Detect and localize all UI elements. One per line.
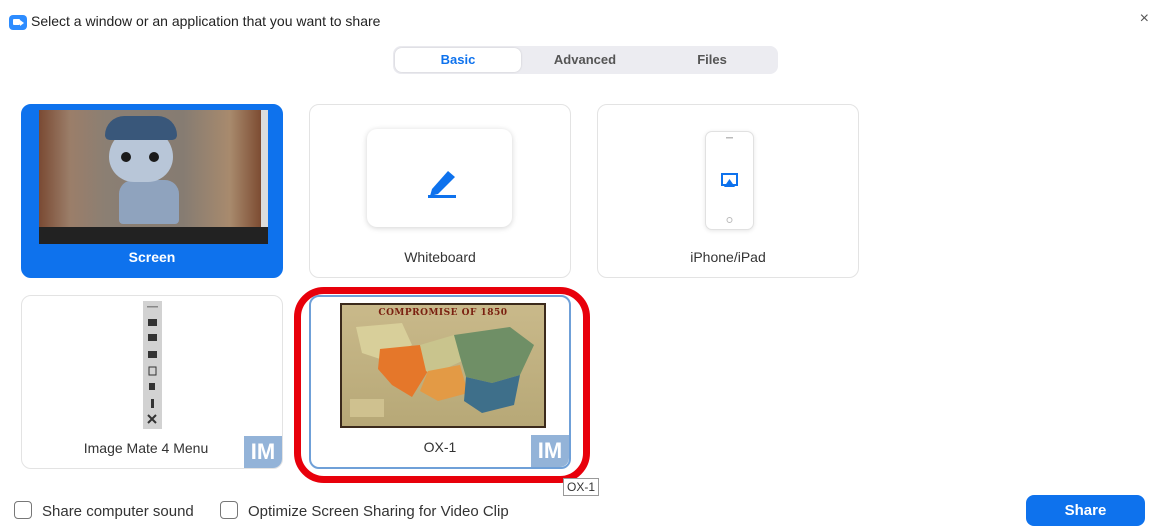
share-option-screen[interactable]: Screen: [21, 104, 283, 278]
share-option-iphone-ipad[interactable]: iPhone/iPad: [597, 104, 859, 278]
screen-thumbnail: [39, 110, 268, 244]
share-option-image-mate[interactable]: Image Mate 4 Menu IM: [21, 295, 283, 469]
optimize-video-option[interactable]: Optimize Screen Sharing for Video Clip: [220, 501, 509, 523]
share-sound-checkbox[interactable]: [14, 501, 32, 519]
ox1-thumbnail: COMPROMISE OF 1850: [340, 303, 546, 428]
window-title: Select a window or an application that y…: [31, 13, 381, 29]
share-sound-label: Share computer sound: [42, 503, 194, 520]
image-mate-thumbnail: [143, 301, 162, 429]
share-option-ox1[interactable]: COMPROMISE OF 1850 OX-1 IM: [309, 295, 571, 469]
whiteboard-thumbnail: [367, 129, 512, 227]
optimize-video-label: Optimize Screen Sharing for Video Clip: [248, 503, 509, 520]
tab-basic[interactable]: Basic: [395, 48, 521, 72]
iphone-label: iPhone/iPad: [690, 249, 766, 265]
pencil-icon: [428, 171, 456, 198]
tab-advanced[interactable]: Advanced: [522, 48, 648, 72]
share-tabs: Basic Advanced Files: [393, 46, 778, 74]
airplay-icon: [721, 137, 738, 223]
share-button[interactable]: Share: [1026, 495, 1145, 526]
ox1-app-icon: IM: [531, 435, 569, 467]
close-icon[interactable]: ×: [1140, 10, 1149, 28]
share-option-whiteboard[interactable]: Whiteboard: [309, 104, 571, 278]
tab-files[interactable]: Files: [649, 48, 775, 72]
phone-thumbnail: [705, 131, 754, 230]
image-mate-app-icon: IM: [244, 436, 282, 468]
image-mate-label: Image Mate 4 Menu: [83, 440, 209, 456]
optimize-video-checkbox[interactable]: [220, 501, 238, 519]
zoom-logo-icon: [9, 15, 27, 30]
screen-label: Screen: [128, 249, 176, 265]
share-sound-option[interactable]: Share computer sound: [14, 501, 194, 523]
title-bar: Select a window or an application that y…: [0, 0, 1163, 44]
tooltip: OX-1: [563, 478, 600, 496]
whiteboard-label: Whiteboard: [404, 249, 476, 265]
